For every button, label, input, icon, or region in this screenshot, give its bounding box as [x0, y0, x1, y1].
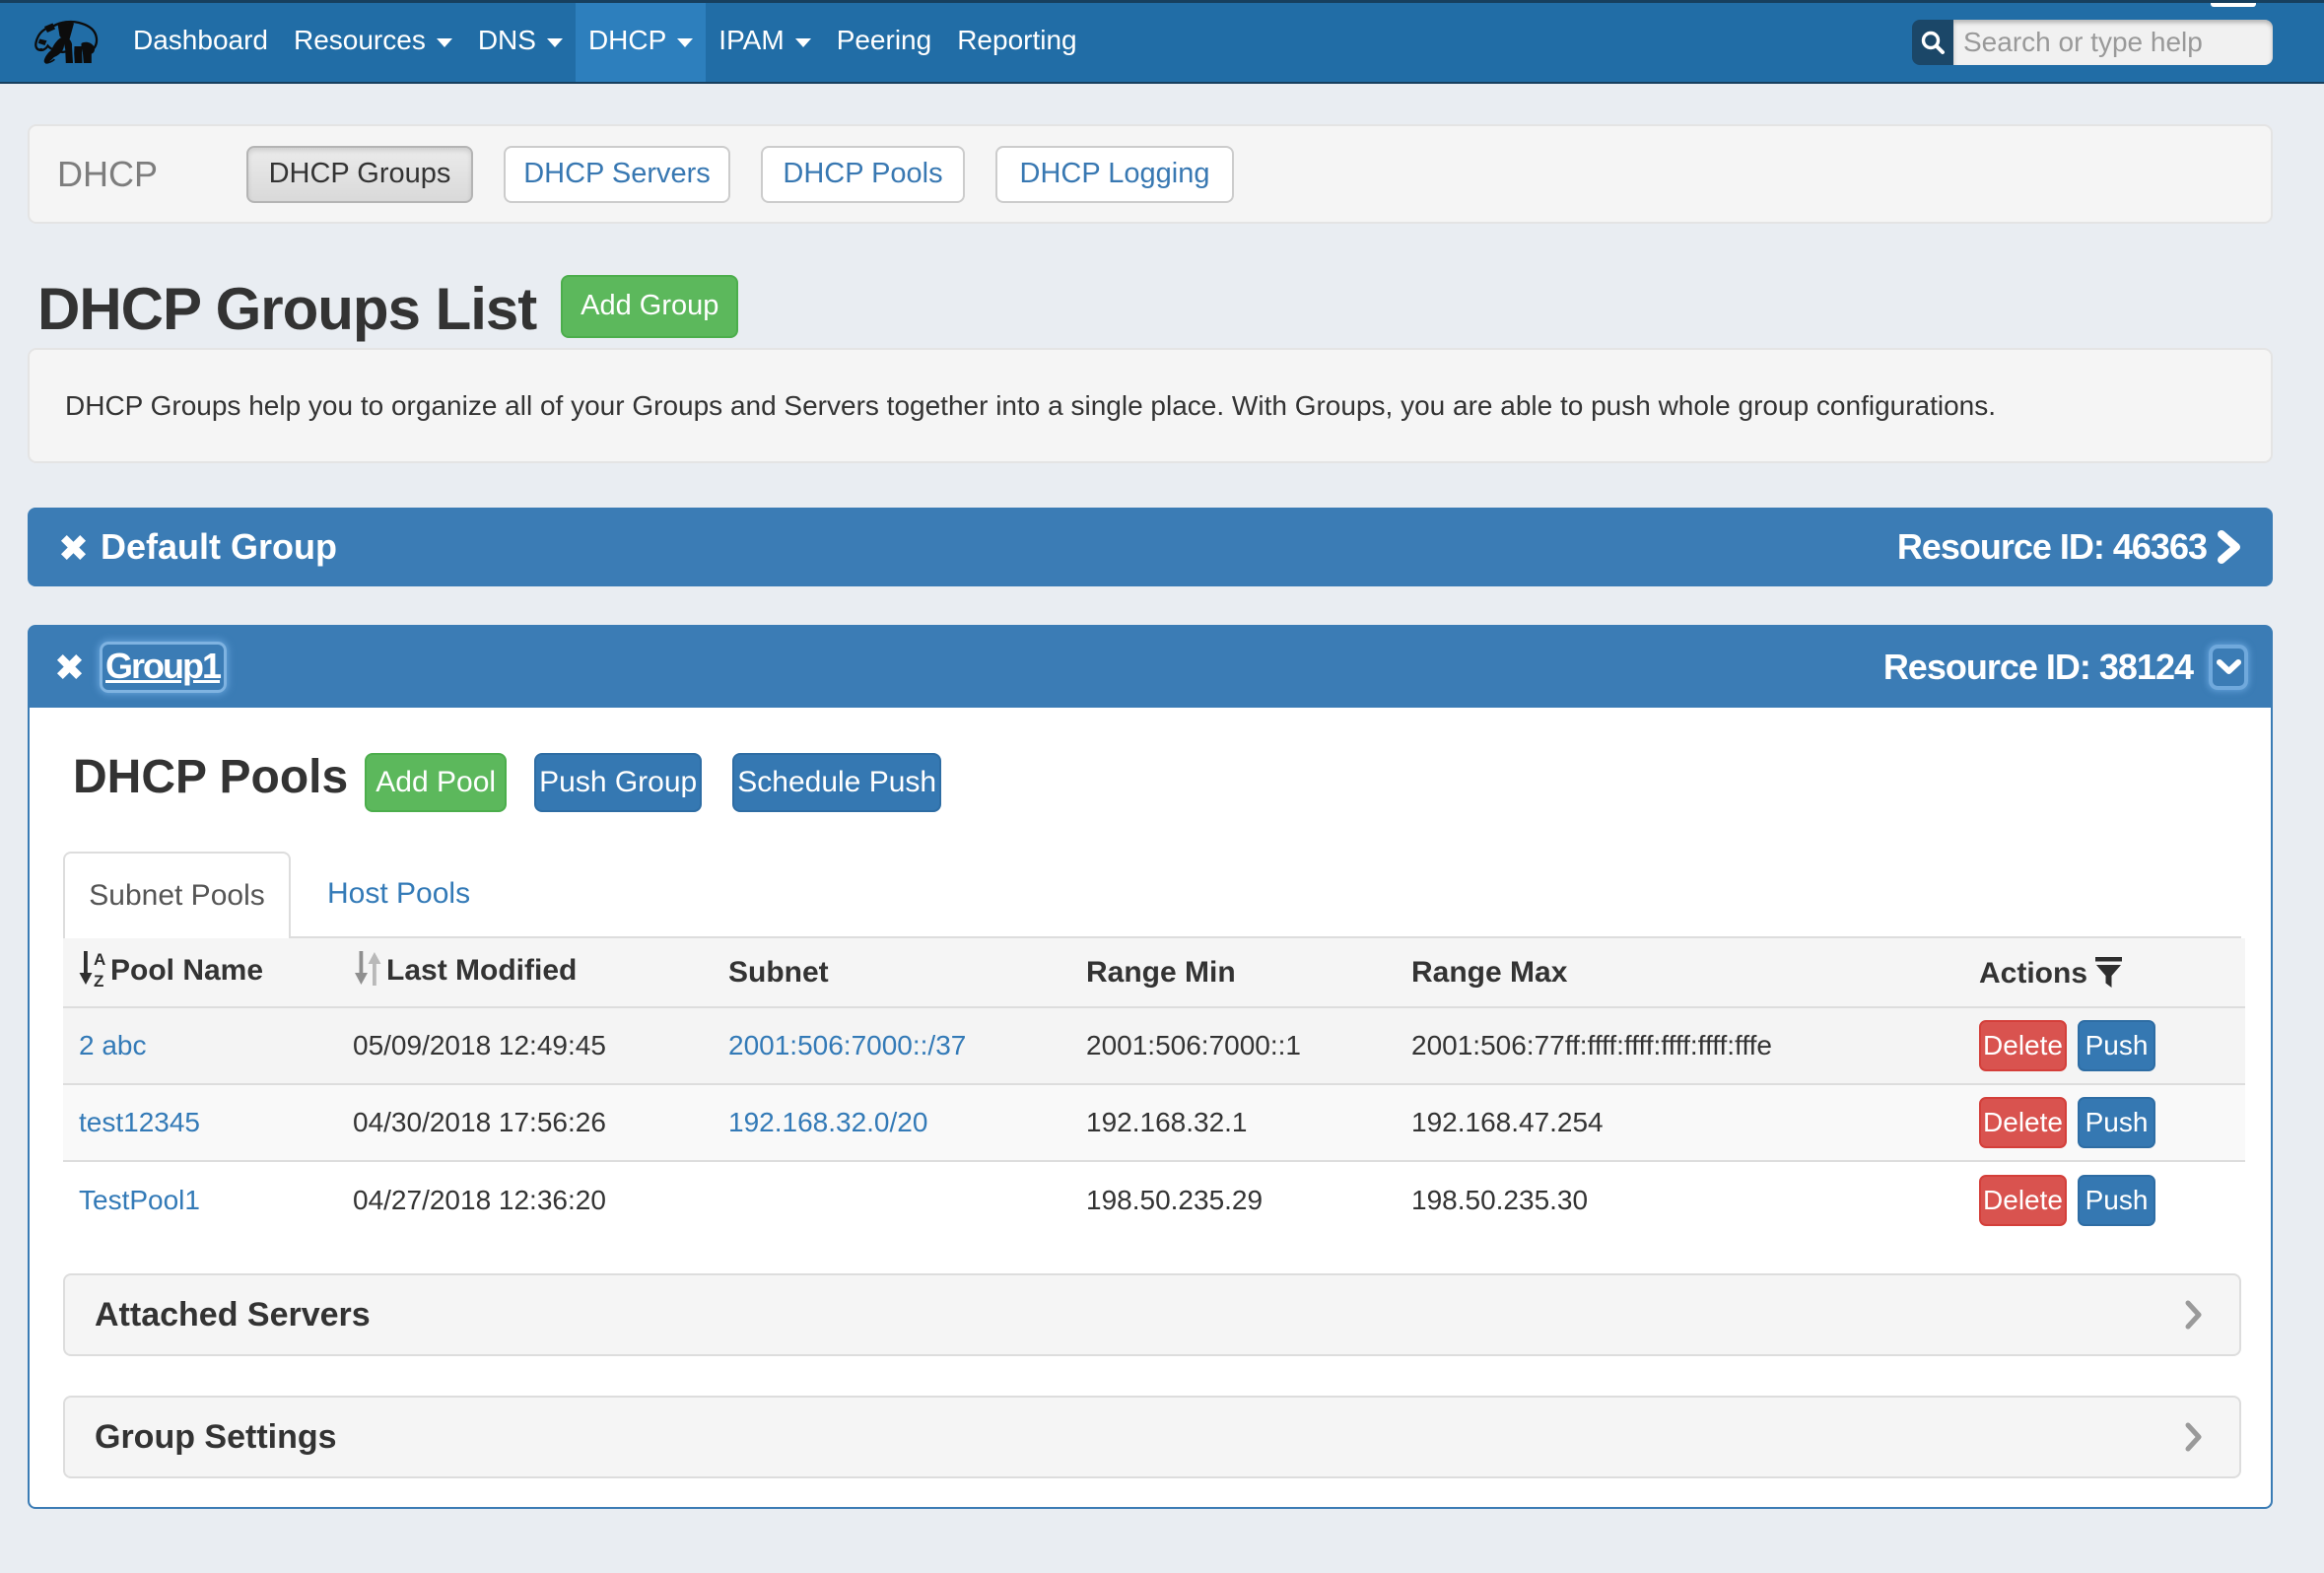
svg-text:A: A — [94, 950, 105, 969]
svg-text:Z: Z — [94, 972, 103, 987]
